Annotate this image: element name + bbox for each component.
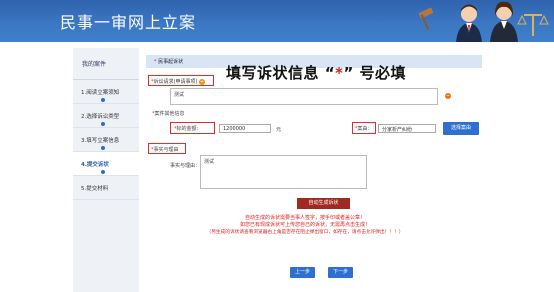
remove-claim-icon[interactable]: −: [445, 93, 451, 99]
notice-line: 自动生成的诉状需要当事人签字，按手印或者盖公章！: [244, 215, 365, 221]
required-star: *: [154, 59, 157, 65]
sidebar-item-label: 5.提交材料: [81, 186, 109, 192]
instruction-annotation: 填写诉状信息 “*” 号必填: [226, 64, 407, 82]
facts-textarea[interactable]: 测试: [200, 155, 367, 189]
section-title: 民事起诉状: [158, 59, 184, 65]
sidebar-item-label: 2.选择诉讼类型: [81, 114, 120, 120]
facts-label: *事实与理由: [151, 147, 179, 153]
facts-sub-label: 事实与理由：: [170, 163, 201, 169]
amount-unit: 元: [276, 127, 282, 133]
cause-input[interactable]: 分家析产纠纷: [378, 124, 436, 133]
amount-label: *标的金额：: [174, 126, 202, 132]
sidebar-item-label: 4.提交诉状: [81, 162, 109, 168]
sidebar-heading: 我的案件: [73, 48, 139, 80]
sidebar-item-submit-complaint[interactable]: 4.提交诉状: [73, 152, 139, 176]
sidebar-item-read-notice[interactable]: 1.阅读立案须知: [73, 80, 139, 104]
app-header: 民事一审网上立案: [0, 0, 554, 42]
sidebar-item-label: 3.填写立案信息: [81, 138, 120, 144]
amount-input[interactable]: 1200000: [219, 124, 271, 133]
step-sidebar: 我的案件 1.阅读立案须知 2.选择诉讼类型 3.填写立案信息 4.提交诉状 5…: [73, 48, 139, 292]
step-dot-icon: [101, 170, 105, 174]
judges-illustration: [418, 1, 549, 42]
sidebar-item-label: 1.阅读立案须知: [81, 90, 120, 96]
notice-line: 如您已有现成诉状可上传您自己的诉状，无需再点击生成！: [239, 222, 370, 228]
sidebar-item-case-type[interactable]: 2.选择诉讼类型: [73, 104, 139, 128]
step-dot-icon: [101, 122, 105, 126]
step-dot-icon: [101, 146, 105, 150]
select-cause-button[interactable]: 选择案由: [443, 122, 479, 135]
sidebar-item-case-info[interactable]: 3.填写立案信息: [73, 128, 139, 152]
sidebar-item-submit-materials[interactable]: 5.提交材料: [73, 176, 139, 200]
step-dot-icon: [101, 98, 105, 102]
next-step-button[interactable]: 下一步: [328, 267, 353, 278]
claims-textarea[interactable]: 测试: [170, 88, 438, 105]
prev-step-button[interactable]: 上一步: [290, 267, 315, 278]
claims-label: *诉讼请求(申请事项) +: [151, 78, 205, 85]
cause-label: *案由：: [355, 126, 373, 132]
add-claim-icon[interactable]: +: [199, 78, 205, 85]
notice-line: （另生成的诉状请查看浏览器右上角是否存在阻止弹出窗口，如存在，请点击允许弹出！！…: [206, 230, 404, 235]
generate-complaint-button[interactable]: 自动生成诉状: [297, 198, 350, 209]
case-info-label: *案件其他信息: [152, 111, 185, 117]
page-title: 民事一审网上立案: [60, 13, 197, 32]
